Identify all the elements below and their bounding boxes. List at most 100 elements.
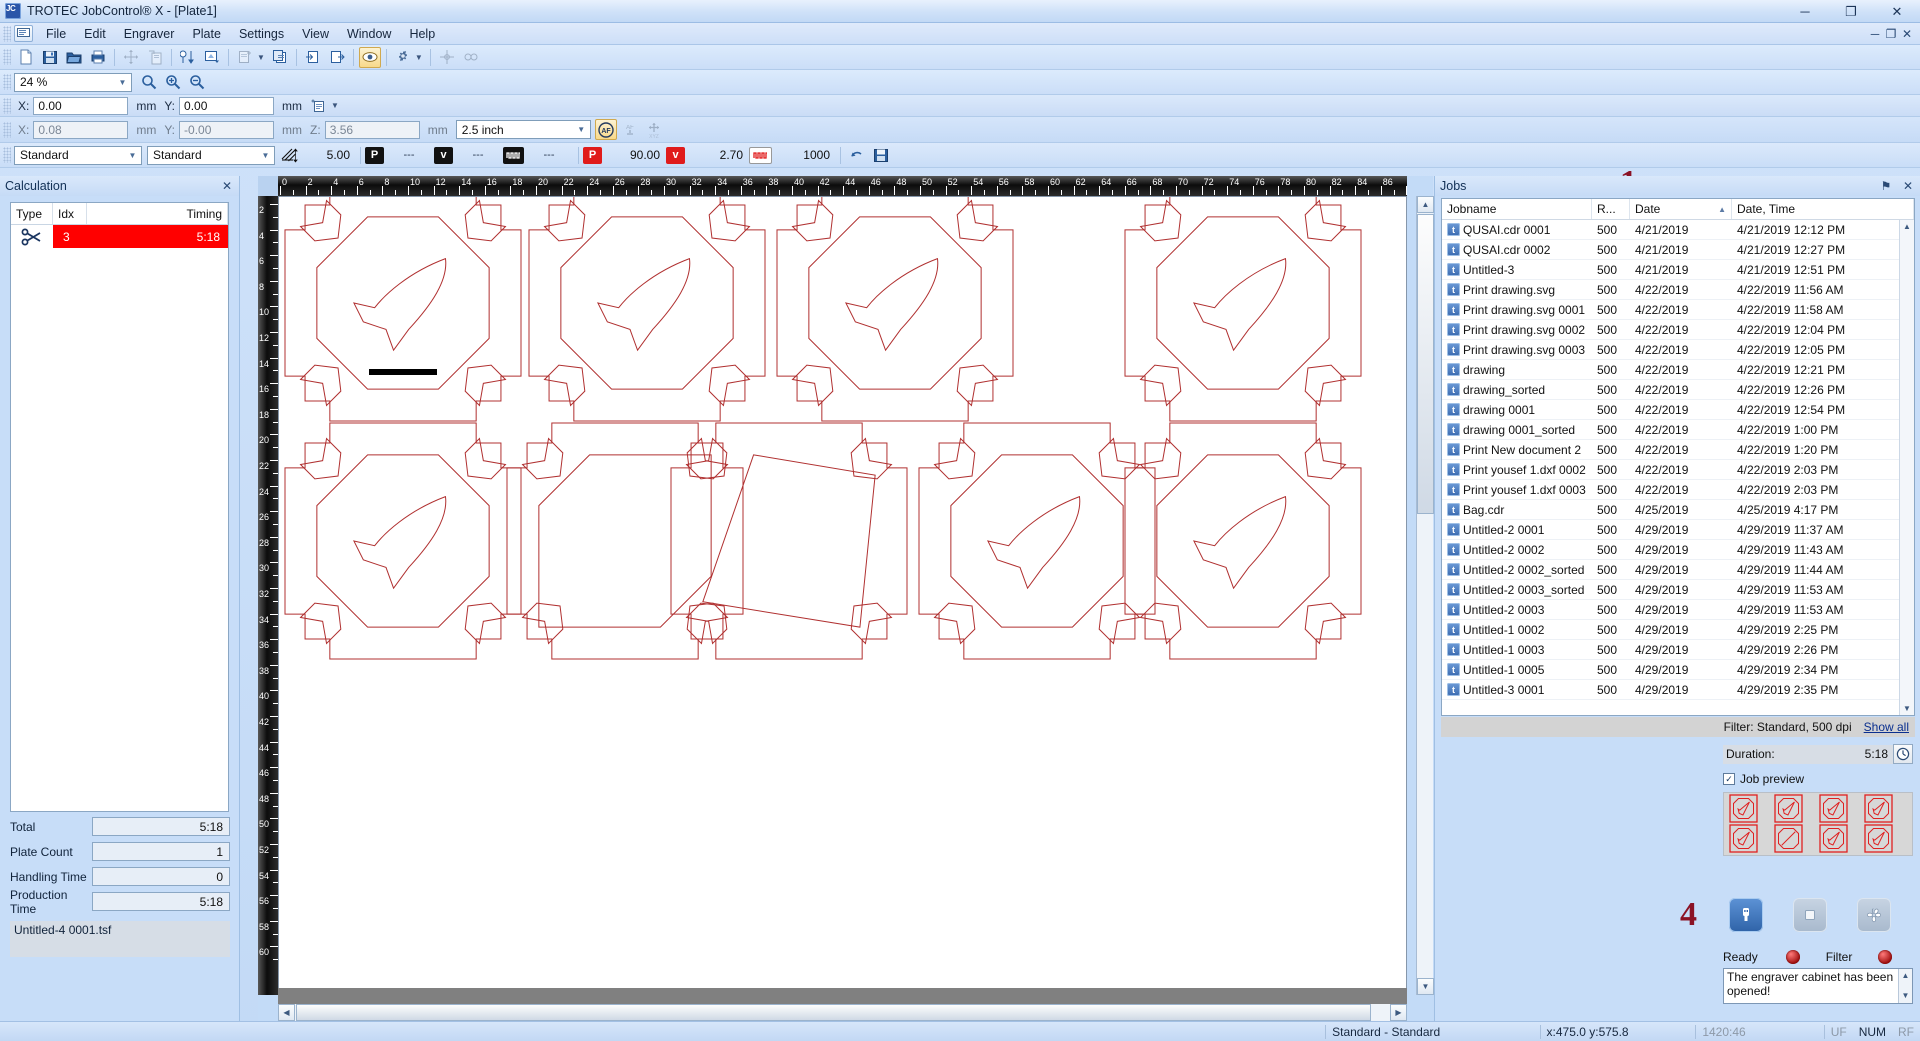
position-toolbar-grip[interactable] [3, 97, 11, 114]
show-all-link[interactable]: Show all [1864, 720, 1909, 734]
menu-plate[interactable]: Plate [183, 25, 230, 43]
canvas-vertical-scrollbar[interactable]: ▲ ▼ [1416, 196, 1434, 995]
vertical-scroll-thumb[interactable] [1417, 214, 1434, 514]
chevron-down-icon[interactable]: ▼ [574, 121, 589, 138]
table-row[interactable]: t Bag.cdr 500 4/25/2019 4/25/2019 4:17 PM [1442, 500, 1914, 520]
job-preview-checkbox-row[interactable]: ✓ Job preview [1723, 772, 1804, 786]
calc-col-type[interactable]: Type [11, 203, 53, 224]
jobs-col-jobname[interactable]: Jobname [1442, 199, 1592, 219]
menu-engraver[interactable]: Engraver [115, 25, 184, 43]
exhaust-fan-button[interactable] [1857, 898, 1891, 932]
duplicate-button[interactable] [144, 47, 166, 68]
menu-window[interactable]: Window [338, 25, 400, 43]
table-row[interactable]: t Print drawing.svg 0002 500 4/22/2019 4/22/… [1442, 320, 1914, 340]
undo-icon[interactable] [846, 145, 868, 166]
plate-properties-dropdown-arrow-icon[interactable]: ▼ [331, 101, 339, 110]
minimize-button[interactable]: ─ [1782, 0, 1828, 23]
table-row[interactable]: t drawing 0001_sorted 500 4/22/2019 4/22/201… [1442, 420, 1914, 440]
open-button[interactable] [63, 47, 85, 68]
table-row[interactable]: t drawing_sorted 500 4/22/2019 4/22/2019 12:… [1442, 380, 1914, 400]
laser-toolbar-grip[interactable] [3, 121, 11, 138]
message-scroll-down-icon[interactable]: ▼ [1902, 989, 1910, 1003]
zoom-combo[interactable]: 24 % ▼ [14, 72, 132, 92]
move-button[interactable] [120, 47, 142, 68]
calculation-close-icon[interactable]: ✕ [220, 179, 234, 193]
table-row[interactable]: t Untitled-2 0003 500 4/29/2019 4/29/2019 11… [1442, 600, 1914, 620]
zoom-toolbar-grip[interactable] [3, 74, 11, 90]
table-row[interactable]: t QUSAI.cdr 0002 500 4/21/2019 4/21/2019 12:… [1442, 240, 1914, 260]
jobs-col-datetime[interactable]: Date, Time [1732, 199, 1914, 219]
chevron-down-icon[interactable]: ▼ [115, 74, 130, 91]
document-menu-icon[interactable] [14, 25, 33, 42]
table-row[interactable]: t Print yousef 1.dxf 0002 500 4/22/2019 4/22… [1442, 460, 1914, 480]
save-parameter-icon[interactable] [870, 145, 892, 166]
menu-view[interactable]: View [293, 25, 338, 43]
menu-settings[interactable]: Settings [230, 25, 293, 43]
plate-export-button[interactable] [201, 47, 223, 68]
calc-col-idx[interactable]: Idx [53, 203, 87, 224]
table-row[interactable]: t Untitled-3 500 4/21/2019 4/21/2019 12:51 P… [1442, 260, 1914, 280]
jobs-scroll-up-icon[interactable]: ▲ [1900, 222, 1914, 231]
sort-button[interactable] [177, 47, 199, 68]
connect-button[interactable] [460, 47, 482, 68]
preview-toggle-button[interactable] [358, 46, 381, 68]
table-row[interactable]: t Untitled-3 0001 500 4/29/2019 4/29/2019 2:… [1442, 680, 1914, 700]
zoom-fit-button[interactable] [138, 72, 160, 93]
menu-grip[interactable] [3, 25, 11, 42]
table-row[interactable]: t Print yousef 1.dxf 0003 500 4/22/2019 4/22… [1442, 480, 1914, 500]
jobs-col-date[interactable]: Date ▲ [1630, 199, 1732, 219]
zoom-out-button[interactable] [186, 72, 208, 93]
table-row[interactable]: t Untitled-2 0002 500 4/29/2019 4/29/2019 11… [1442, 540, 1914, 560]
scroll-up-arrow-icon[interactable]: ▲ [1417, 196, 1434, 213]
settings-dropdown-arrow-icon[interactable]: ▼ [415, 53, 423, 62]
mdi-minimize-button[interactable]: ─ [1868, 27, 1882, 41]
autofocus-button[interactable]: AF [594, 119, 617, 140]
scroll-right-arrow-icon[interactable]: ▶ [1390, 1004, 1407, 1021]
table-row[interactable]: t QUSAI.cdr 0001 500 4/21/2019 4/21/2019 12:… [1442, 220, 1914, 240]
menu-help[interactable]: Help [400, 25, 444, 43]
message-scroll-up-icon[interactable]: ▲ [1902, 969, 1910, 983]
new-document-button[interactable] [15, 47, 37, 68]
mdi-close-button[interactable]: ✕ [1900, 27, 1914, 41]
jobs-scroll-down-icon[interactable]: ▼ [1900, 704, 1914, 713]
position-y-input[interactable]: 0.00 [179, 96, 275, 115]
stop-button[interactable] [1793, 898, 1827, 932]
chevron-down-icon[interactable]: ▼ [258, 147, 273, 164]
export-job-button[interactable] [326, 47, 348, 68]
clock-icon[interactable] [1893, 744, 1913, 764]
selected-cut-segment[interactable] [369, 369, 437, 375]
position-x-input[interactable]: 0.00 [33, 96, 129, 115]
table-row[interactable]: t Untitled-2 0003_sorted 500 4/29/2019 4/29/… [1442, 580, 1914, 600]
maximize-button[interactable]: ❐ [1828, 0, 1874, 23]
job-preview-thumbnail[interactable] [1723, 792, 1913, 856]
save-button[interactable] [39, 47, 61, 68]
message-box[interactable]: The engraver cabinet has been opened! ▲ … [1723, 968, 1913, 1004]
vertical-ruler[interactable]: 2 4 6 8 10 12 14 16 18 20 22 24 26 28 30 32 34 36 38 40 42 44… [258, 196, 278, 995]
print-button[interactable] [87, 47, 109, 68]
xyz-home-icon[interactable]: XYZ [643, 119, 665, 140]
lens-combo[interactable]: 2.5 inch ▼ [455, 120, 591, 139]
table-row[interactable]: t Print New document 2 500 4/22/2019 4/22/20… [1442, 440, 1914, 460]
af-measure-icon[interactable]: AF [619, 119, 641, 140]
pin-icon[interactable]: ⚑ [1879, 179, 1893, 193]
table-row[interactable]: t Print drawing.svg 0003 500 4/22/2019 4/22/… [1442, 340, 1914, 360]
align-button[interactable] [436, 47, 458, 68]
horizontal-ruler[interactable]: 0 2 4 6 8 10 12 14 16 18 20 22 24 26 28 30 32 34 36 38 40 42 4… [278, 176, 1407, 196]
table-row[interactable]: t Untitled-1 0002 500 4/29/2019 4/29/2019 2:… [1442, 620, 1914, 640]
jobs-close-icon[interactable]: ✕ [1901, 179, 1915, 193]
menu-file[interactable]: File [37, 25, 75, 43]
jobs-list-scrollbar[interactable]: ▲ ▼ [1899, 220, 1914, 715]
new-plate-dropdown-arrow-icon[interactable]: ▼ [257, 53, 265, 62]
message-scrollbar[interactable]: ▲ ▼ [1898, 969, 1912, 1003]
settings-button[interactable] [392, 47, 414, 68]
new-plate-button[interactable] [234, 47, 256, 68]
table-row[interactable]: t Untitled-2 0001 500 4/29/2019 4/29/2019 11… [1442, 520, 1914, 540]
material-group-combo[interactable]: Standard ▼ [14, 145, 142, 165]
table-row[interactable]: t Untitled-2 0002_sorted 500 4/29/2019 4/29/… [1442, 560, 1914, 580]
zoom-in-button[interactable] [162, 72, 184, 93]
job-preview-checkbox[interactable]: ✓ [1723, 773, 1735, 785]
canvas-horizontal-scrollbar[interactable]: ◀ ▶ [278, 1004, 1407, 1021]
table-row[interactable]: t Untitled-1 0003 500 4/29/2019 4/29/2019 2:… [1442, 640, 1914, 660]
table-row[interactable]: t Untitled-1 0005 500 4/29/2019 4/29/2019 2:… [1442, 660, 1914, 680]
copy-plate-button[interactable] [269, 47, 291, 68]
